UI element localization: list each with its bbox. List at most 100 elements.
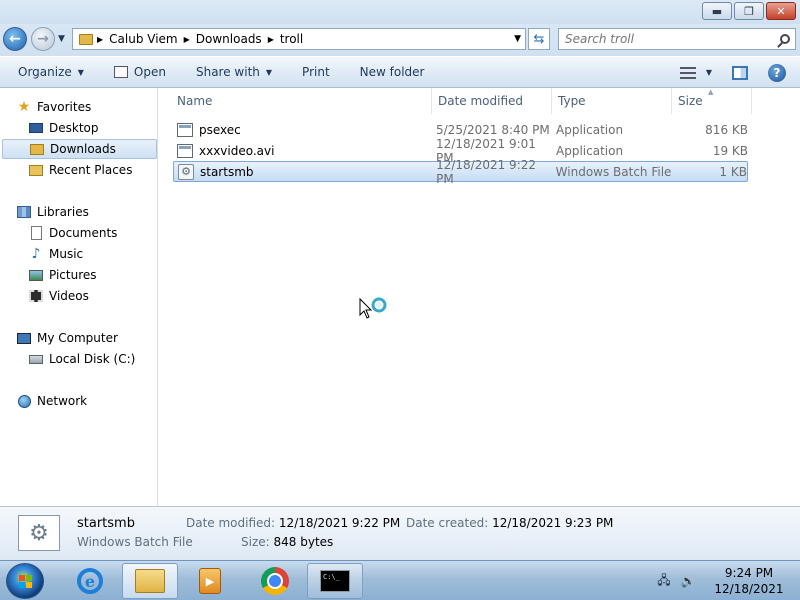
column-header-size[interactable]: ▲ Size: [672, 88, 752, 114]
details-date-modified-value: 12/18/2021 9:22 PM: [278, 516, 401, 530]
column-header-date-modified[interactable]: Date modified: [432, 88, 552, 114]
breadcrumb-troll[interactable]: troll: [280, 32, 303, 46]
nav-videos[interactable]: Videos: [28, 286, 156, 306]
search-input[interactable]: [559, 32, 769, 46]
maximize-button[interactable]: ❐: [734, 2, 764, 20]
nav-videos-label: Videos: [49, 289, 89, 303]
nav-music[interactable]: ♪ Music: [28, 244, 156, 264]
address-dropdown-icon[interactable]: ▼: [514, 34, 521, 44]
start-button[interactable]: [6, 563, 44, 599]
search-icon[interactable]: [780, 34, 790, 44]
nav-network-label: Network: [37, 394, 88, 408]
nav-pictures-label: Pictures: [49, 268, 97, 282]
internet-explorer-icon: e: [77, 568, 103, 594]
file-row-startsmb[interactable]: ⚙ startsmb 12/18/2021 9:22 PM Windows Ba…: [173, 158, 748, 186]
nav-desktop[interactable]: Desktop: [28, 118, 156, 138]
file-type-cell: Windows Batch File: [555, 164, 672, 179]
file-type-cell: Application: [556, 143, 624, 158]
column-header-name[interactable]: Name: [159, 88, 432, 114]
share-with-label: Share with: [195, 65, 260, 79]
videos-icon: [28, 289, 44, 303]
application-icon: [177, 143, 193, 158]
details-file-name: startsmb: [77, 516, 135, 531]
column-headers: Name Date modified Type ▲ Size: [159, 88, 752, 114]
forward-button[interactable]: →: [31, 27, 55, 51]
nav-my-computer[interactable]: My Computer: [16, 328, 170, 348]
clock[interactable]: 9:24 PM 12/18/2021: [704, 565, 794, 597]
nav-libraries[interactable]: Libraries: [16, 202, 170, 222]
chevron-down-icon: ▼: [265, 67, 273, 77]
file-name-cell: xxxvideo.avi: [173, 143, 436, 158]
organize-button[interactable]: Organize ▼: [0, 57, 93, 87]
breadcrumb-separator[interactable]: ▶: [97, 35, 103, 44]
nav-libraries-label: Libraries: [37, 205, 89, 219]
column-name-label: Name: [177, 94, 213, 108]
file-name-cell: ⚙ startsmb: [174, 163, 436, 180]
volume-icon[interactable]: 🔊: [680, 574, 696, 588]
column-type-label: Type: [558, 94, 586, 108]
views-dropdown-icon[interactable]: ▼: [706, 68, 712, 77]
batch-file-icon: ⚙: [178, 163, 194, 180]
system-tray: 🖧 🔊 9:24 PM 12/18/2021: [656, 561, 800, 600]
details-size-value: 848 bytes: [273, 535, 334, 549]
print-button[interactable]: Print: [293, 57, 339, 87]
file-list-pane: Name Date modified Type ▲ Size psexec 5/…: [159, 88, 800, 506]
column-header-type[interactable]: Type: [552, 88, 672, 114]
nav-local-disk[interactable]: Local Disk (C:): [28, 349, 156, 369]
share-with-button[interactable]: Share with ▼: [187, 57, 281, 87]
taskbar-command-prompt[interactable]: C:\_: [307, 563, 363, 599]
file-size-cell: 1 KB: [719, 164, 747, 179]
star-icon: ★: [17, 99, 31, 115]
open-label: Open: [133, 65, 166, 79]
music-icon: ♪: [31, 246, 41, 262]
forward-arrow-icon: →: [37, 31, 49, 47]
breadcrumb-separator[interactable]: ▶: [184, 35, 190, 44]
minimize-button[interactable]: ▬: [702, 2, 732, 20]
nav-recent-places[interactable]: Recent Places: [28, 160, 156, 180]
close-button[interactable]: ✕: [766, 2, 796, 20]
nav-recent-places-label: Recent Places: [49, 163, 133, 177]
breadcrumb-separator[interactable]: ▶: [268, 35, 274, 44]
close-icon: ✕: [776, 4, 786, 18]
file-name-cell: psexec: [173, 122, 436, 137]
file-date-cell: 5/25/2021 8:40 PM: [436, 122, 550, 137]
taskbar-windows-explorer[interactable]: [122, 563, 178, 599]
desktop-icon: [28, 121, 44, 135]
refresh-icon: ⇆: [533, 31, 545, 47]
file-size-cell: 19 KB: [712, 143, 748, 158]
command-prompt-icon: C:\_: [320, 570, 350, 592]
nav-network[interactable]: Network: [16, 391, 170, 411]
recent-pages-dropdown[interactable]: ▼: [58, 34, 65, 44]
taskbar-chrome[interactable]: [247, 563, 303, 599]
nav-favorites[interactable]: ★ Favorites: [16, 97, 170, 117]
nav-documents[interactable]: Documents: [28, 223, 156, 243]
view-controls: ▼ ?: [679, 57, 800, 88]
nav-my-computer-label: My Computer: [37, 331, 118, 345]
nav-pictures[interactable]: Pictures: [28, 265, 156, 285]
search-box[interactable]: [558, 28, 796, 50]
refresh-button[interactable]: ⇆: [528, 28, 550, 50]
new-folder-button[interactable]: New folder: [351, 57, 434, 87]
help-icon[interactable]: ?: [768, 63, 786, 82]
breadcrumb-calub-viem[interactable]: Calub Viem: [109, 32, 177, 46]
nav-downloads[interactable]: Downloads: [2, 139, 157, 159]
nav-desktop-label: Desktop: [49, 121, 99, 135]
windows-logo-icon: [19, 575, 33, 589]
network-tray-icon[interactable]: 🖧: [656, 573, 672, 588]
column-date-label: Date modified: [438, 94, 524, 108]
command-bar: Organize ▼ Open Share with ▼ Print New fol…: [0, 57, 800, 88]
nav-downloads-label: Downloads: [50, 142, 116, 156]
computer-icon: [16, 331, 32, 345]
back-button[interactable]: ←: [3, 27, 27, 51]
taskbar-internet-explorer[interactable]: e: [62, 563, 118, 599]
address-row: ← → ▼ ▶ Calub Viem ▶ Downloads ▶ troll ▼…: [0, 24, 800, 56]
breadcrumb-downloads[interactable]: Downloads: [196, 32, 262, 46]
change-view-icon[interactable]: [679, 66, 696, 79]
clock-time: 9:24 PM: [724, 566, 774, 580]
navigation-pane: ★ Favorites Desktop Downloads Recent Pla…: [0, 88, 158, 506]
address-bar[interactable]: ▶ Calub Viem ▶ Downloads ▶ troll ▼: [72, 28, 526, 50]
taskbar-media-player[interactable]: ▶: [182, 563, 238, 599]
preview-pane-icon[interactable]: [732, 65, 748, 80]
downloads-folder-icon: [29, 142, 45, 156]
open-button[interactable]: Open: [105, 57, 175, 87]
